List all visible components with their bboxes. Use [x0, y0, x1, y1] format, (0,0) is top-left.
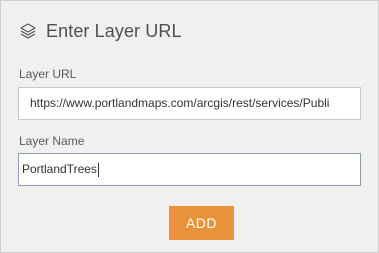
layer-url-label: Layer URL	[19, 67, 77, 81]
panel-title: Enter Layer URL	[46, 20, 182, 41]
layers-icon	[19, 22, 37, 40]
text-caret	[97, 162, 99, 177]
layer-url-value: https://www.portlandmaps.com/arcgis/rest…	[30, 96, 330, 110]
layer-name-value: PortlandTrees	[22, 162, 97, 176]
layer-name-input[interactable]: PortlandTrees	[18, 153, 361, 186]
enter-layer-url-panel: Enter Layer URL Layer URL https://www.po…	[0, 0, 379, 253]
layer-url-input[interactable]: https://www.portlandmaps.com/arcgis/rest…	[18, 87, 361, 120]
add-button[interactable]: ADD	[169, 206, 234, 240]
panel-header: Enter Layer URL	[19, 19, 182, 43]
layer-name-label: Layer Name	[19, 134, 85, 148]
